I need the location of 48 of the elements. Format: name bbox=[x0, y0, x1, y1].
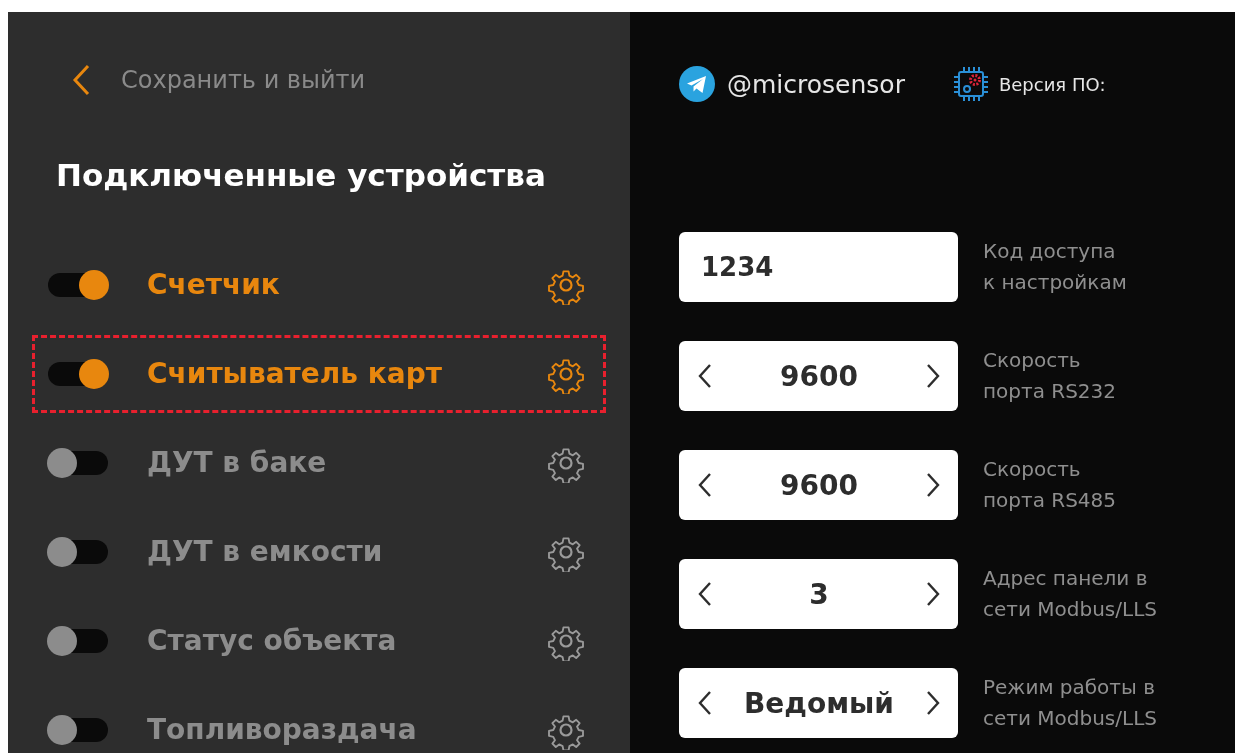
access-code-field[interactable]: 1234 bbox=[679, 232, 958, 302]
toggle-switch[interactable] bbox=[48, 450, 108, 475]
setting-label: порта RS485 bbox=[983, 487, 1117, 514]
value-stepper[interactable]: 9600 bbox=[679, 341, 958, 411]
previous-icon[interactable] bbox=[698, 363, 712, 389]
setting-label: сети Modbus/LLS bbox=[983, 596, 1157, 623]
toggle-switch[interactable] bbox=[48, 539, 108, 564]
next-icon[interactable] bbox=[926, 363, 940, 389]
firmware-version-label: Версия ПО: bbox=[998, 73, 1106, 95]
setting-label: Код доступа bbox=[983, 238, 1117, 265]
setting-label: Скорость bbox=[983, 347, 1082, 374]
value-stepper[interactable]: 9600 bbox=[679, 450, 958, 520]
next-icon[interactable] bbox=[926, 472, 940, 498]
toggle-switch[interactable] bbox=[48, 361, 108, 386]
previous-icon[interactable] bbox=[698, 472, 712, 498]
paper-plane-icon bbox=[679, 66, 715, 102]
device-label: Считыватель карт bbox=[147, 357, 443, 390]
setting-label: к настройкам bbox=[983, 269, 1127, 296]
setting-label: сети Modbus/LLS bbox=[983, 705, 1157, 732]
previous-icon[interactable] bbox=[698, 581, 712, 607]
device-row[interactable]: Топливораздача bbox=[32, 690, 606, 753]
device-label: Счетчик bbox=[147, 268, 281, 301]
previous-icon[interactable] bbox=[698, 690, 712, 716]
page-title: Подключенные устройства bbox=[55, 156, 547, 195]
device-row[interactable]: Статус объекта bbox=[32, 601, 606, 680]
save-and-exit-link[interactable]: Сохранить и выйти bbox=[121, 66, 366, 94]
toggle-switch[interactable] bbox=[48, 717, 108, 742]
telegram-handle: @microsensor bbox=[727, 69, 905, 99]
setting-label: Адрес панели в bbox=[983, 565, 1149, 592]
chip-gears-icon bbox=[952, 66, 989, 102]
device-row[interactable]: ДУТ в баке bbox=[32, 423, 606, 502]
setting-label: порта RS232 bbox=[983, 378, 1117, 405]
device-label: Статус объекта bbox=[147, 624, 398, 657]
toggle-switch[interactable] bbox=[48, 628, 108, 653]
selected-device-row[interactable]: Считыватель карт bbox=[32, 334, 606, 413]
value-stepper[interactable]: 3 bbox=[679, 559, 958, 629]
device-label: Топливораздача bbox=[147, 713, 418, 746]
device-label: ДУТ в баке bbox=[147, 446, 328, 479]
device-row[interactable]: Счетчик bbox=[32, 245, 606, 324]
device-label: ДУТ в емкости bbox=[147, 535, 384, 568]
device-row[interactable]: ДУТ в емкости bbox=[32, 512, 606, 591]
toggle-switch[interactable] bbox=[48, 272, 108, 297]
back-icon[interactable] bbox=[72, 64, 90, 96]
value-stepper[interactable]: Ведомый bbox=[679, 668, 958, 738]
next-icon[interactable] bbox=[926, 690, 940, 716]
setting-label: Скорость bbox=[983, 456, 1082, 483]
next-icon[interactable] bbox=[926, 581, 940, 607]
setting-label: Режим работы в bbox=[983, 674, 1156, 701]
